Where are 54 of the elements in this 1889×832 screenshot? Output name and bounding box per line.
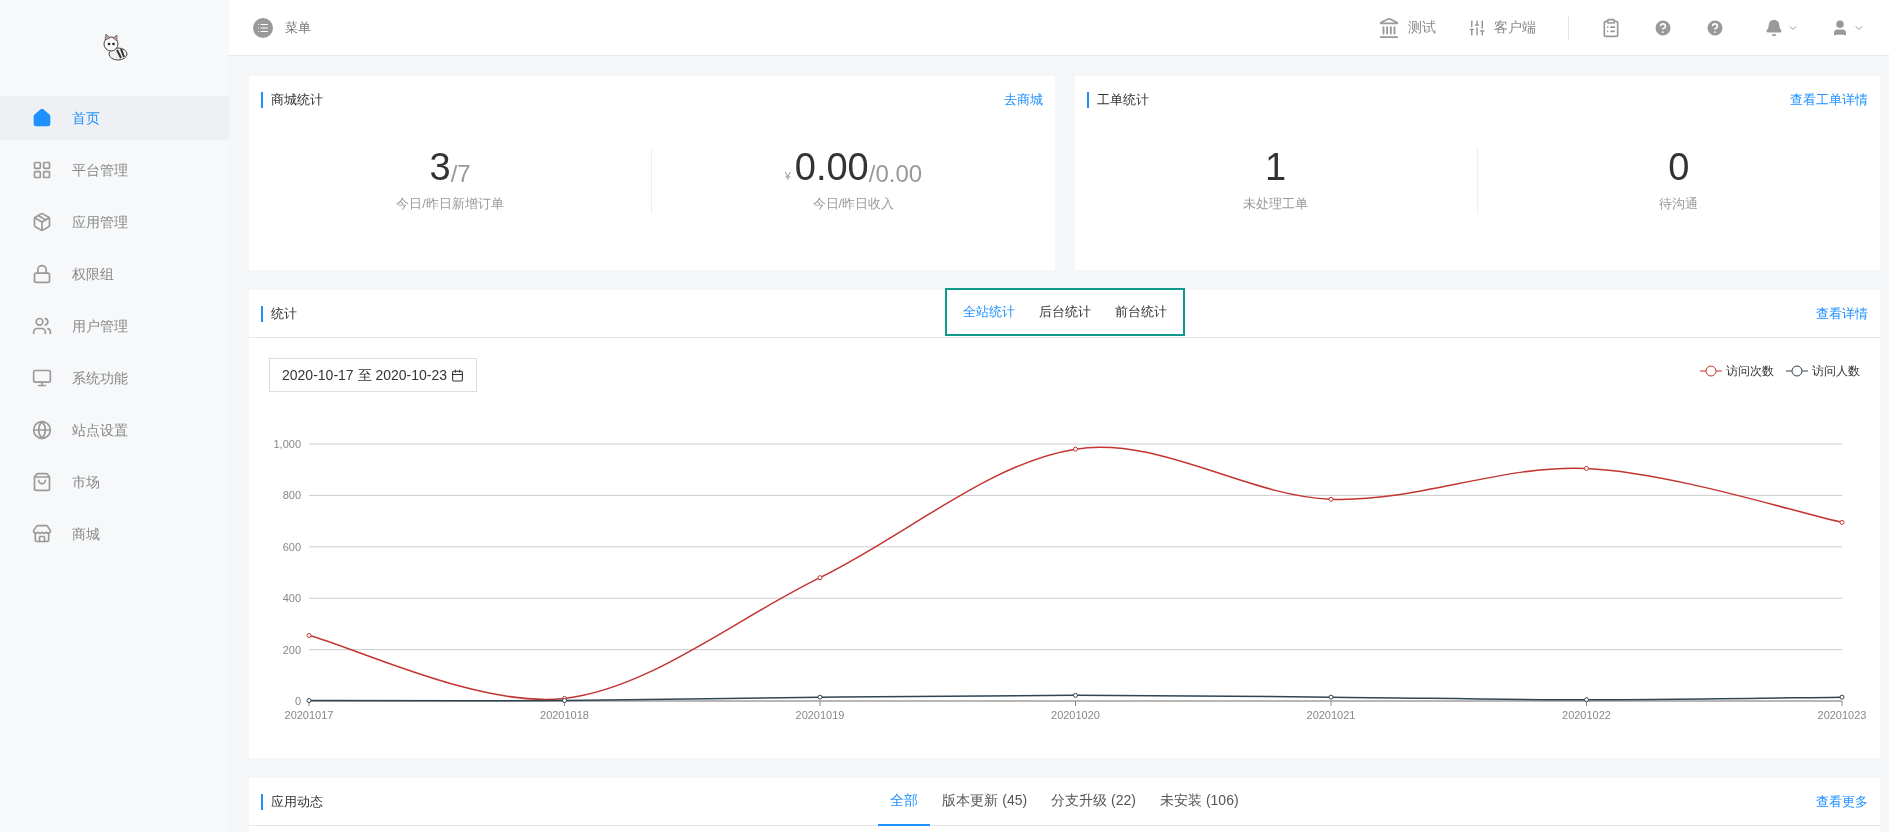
- card-title: 商城统计: [261, 92, 323, 108]
- x-axis-label: 20201018: [540, 709, 589, 721]
- y-axis-label: 0: [294, 695, 301, 707]
- y-axis-label: 800: [282, 489, 301, 502]
- sidebar-item[interactable]: 商城: [0, 512, 229, 556]
- top-bar-link[interactable]: 客户端: [1468, 17, 1536, 38]
- x-axis-label: 20201022: [1562, 709, 1611, 721]
- metric-value: 1: [1265, 148, 1287, 187]
- metric-label: 今日/昨日新增订单: [396, 195, 504, 214]
- legend-label: 访问人数: [1812, 363, 1860, 380]
- x-axis-label: 20201019: [795, 709, 845, 721]
- y-axis-label: 400: [282, 592, 301, 605]
- date-range-picker[interactable]: 2020-10-17 至 2020-10-23: [269, 358, 477, 392]
- metric-value: 0: [1668, 148, 1690, 187]
- tab[interactable]: 全部: [878, 777, 931, 826]
- tab[interactable]: 未安装 (106): [1148, 777, 1251, 826]
- tab[interactable]: 版本更新 (45): [930, 777, 1040, 826]
- y-axis-label: 600: [282, 540, 301, 553]
- sidebar-item[interactable]: 市场: [0, 460, 229, 504]
- x-axis-label: 20201023: [1817, 709, 1867, 721]
- x-axis-label: 20201017: [284, 709, 334, 721]
- card-link[interactable]: 去商城: [1003, 90, 1043, 110]
- x-axis-label: 20201020: [1051, 709, 1100, 721]
- sidebar-item[interactable]: 权限组: [0, 252, 229, 296]
- card-link[interactable]: 查看详情: [1816, 303, 1868, 324]
- x-axis-label: 20201021: [1306, 709, 1356, 721]
- tab[interactable]: 分支升级 (22): [1039, 777, 1148, 826]
- tab[interactable]: 前台统计: [1102, 301, 1179, 322]
- menu-button[interactable]: 菜单: [253, 17, 311, 38]
- sidebar-item[interactable]: 应用管理: [0, 200, 229, 244]
- sidebar-item[interactable]: 平台管理: [0, 148, 229, 192]
- top-bar-link[interactable]: 测试: [1378, 16, 1436, 39]
- metric-value: 0.00: [794, 148, 869, 187]
- sidebar-item[interactable]: 用户管理: [0, 304, 229, 348]
- currency-symbol: ¥: [784, 171, 791, 183]
- metric-label: 今日/昨日收入: [812, 195, 895, 214]
- sidebar-item[interactable]: 站点设置: [0, 408, 229, 452]
- sidebar-item[interactable]: 首页: [0, 96, 229, 140]
- tab[interactable]: 后台统计: [1026, 301, 1103, 322]
- card-link[interactable]: 查看工单详情: [1790, 90, 1868, 110]
- metric-value: 3: [429, 148, 451, 187]
- card-title: 统计: [261, 305, 297, 322]
- metric-previous: /7: [450, 162, 471, 187]
- sidebar-item[interactable]: 系统功能: [0, 356, 229, 400]
- tab[interactable]: 全站统计: [950, 301, 1027, 322]
- card-title: 应用动态: [261, 793, 323, 810]
- metric-label: 未处理工单: [1243, 195, 1309, 214]
- metric-label: 待沟通: [1659, 195, 1699, 214]
- y-axis-label: 1,000: [273, 438, 301, 450]
- card-title: 工单统计: [1086, 92, 1149, 108]
- y-axis-label: 200: [282, 643, 301, 656]
- metric-previous: /0.00: [868, 162, 923, 187]
- legend-label: 访问次数: [1726, 363, 1774, 380]
- card-link[interactable]: 查看更多: [1816, 791, 1868, 812]
